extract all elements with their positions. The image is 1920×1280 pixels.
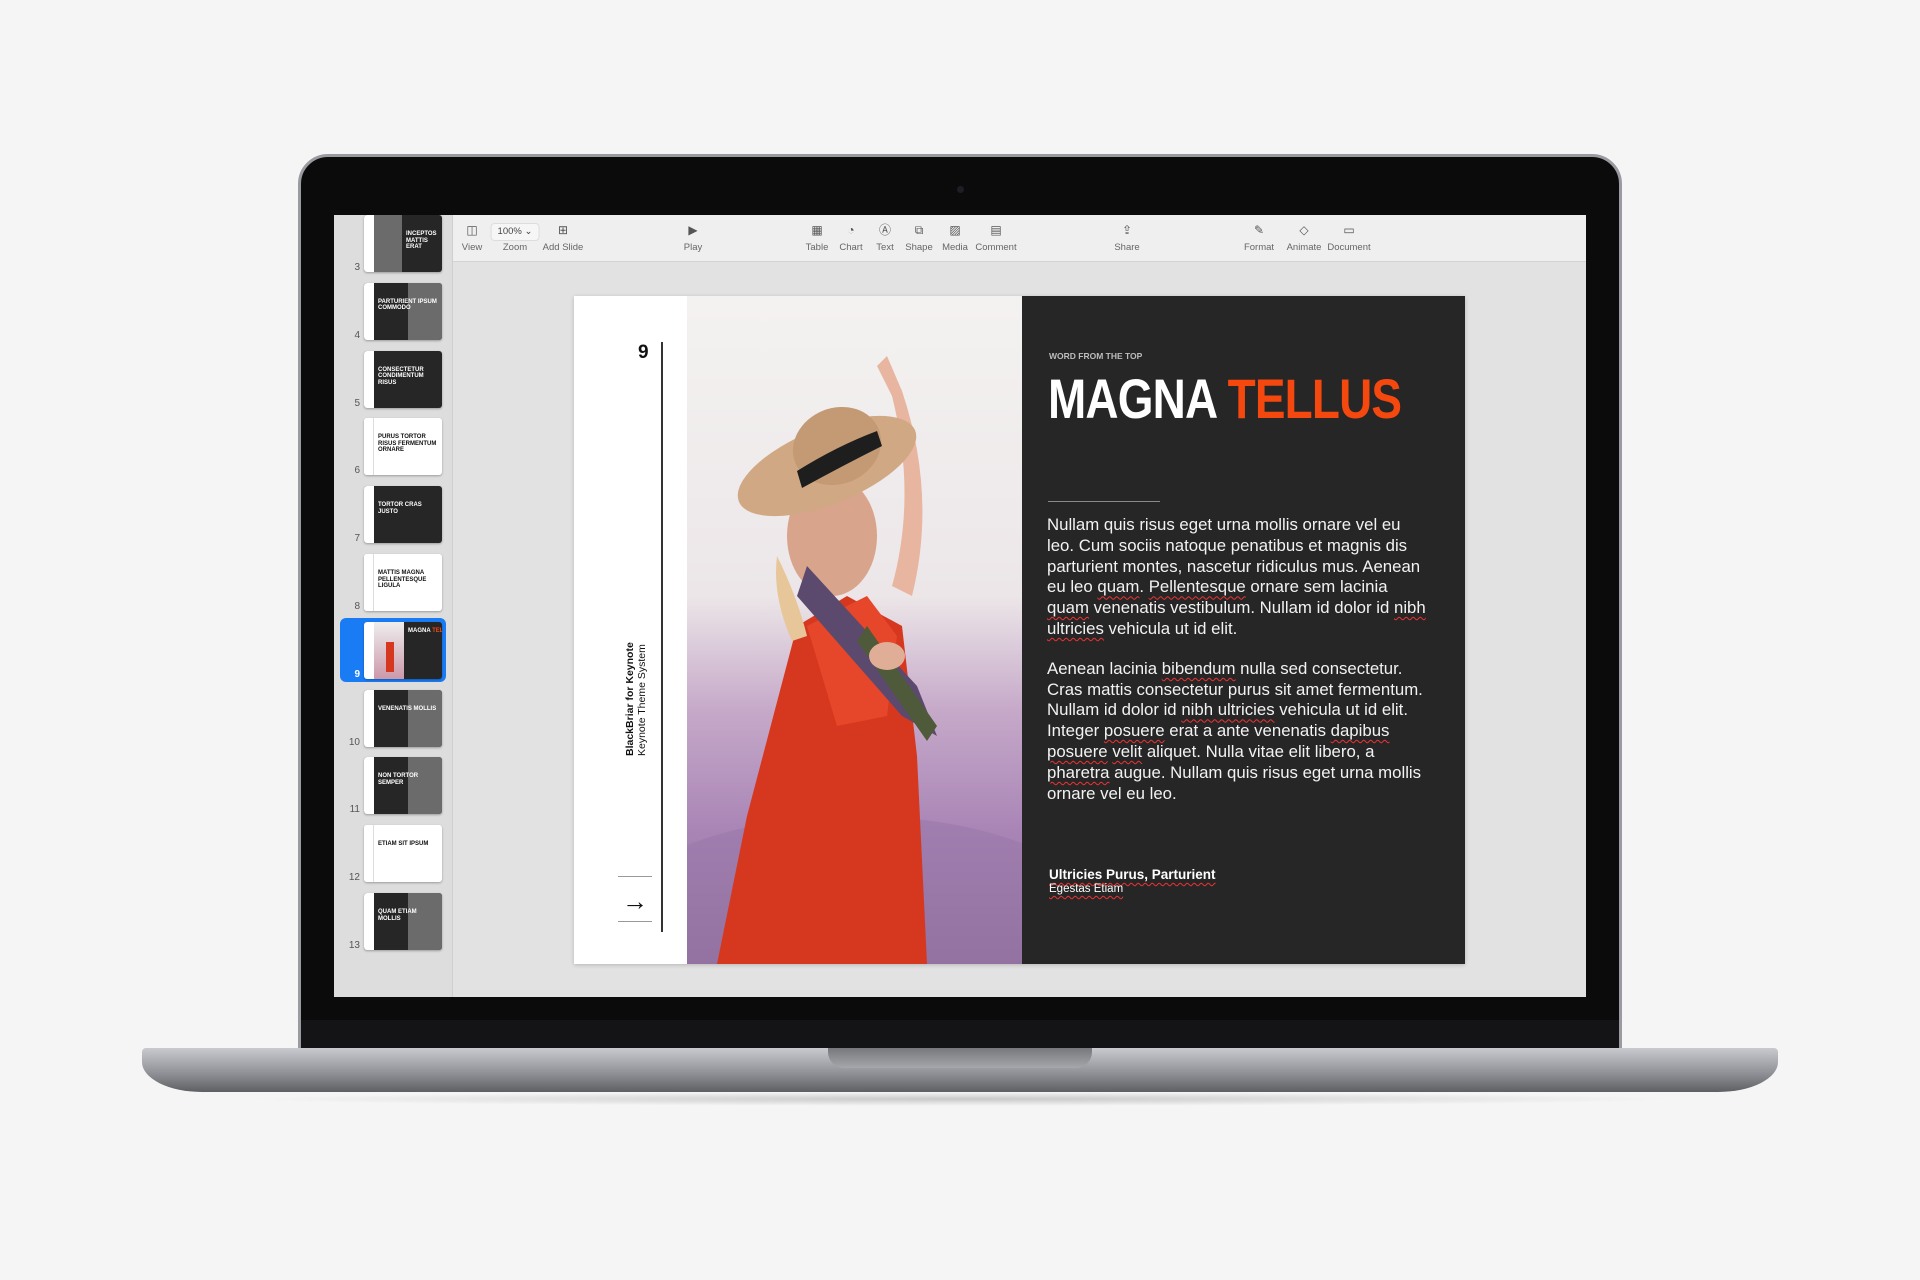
slide-canvas[interactable]: 9 BlackBriar for Keynote Keynote Theme S… xyxy=(574,296,1465,964)
title-rule xyxy=(1048,501,1160,502)
zoom-select[interactable]: 100% ⌄ xyxy=(490,223,540,241)
slide-number: 4 xyxy=(354,329,360,341)
thumbnail-preview: MATTIS MAGNA PELLENTESQUE LIGULA xyxy=(364,554,442,611)
toolbar: ◫ View 100% ⌄ Zoom ⊞ Add Slide ▶ Play ▦ Table… xyxy=(453,215,1586,262)
slide-thumbnail-9[interactable]: 9 MAGNA TELLUS xyxy=(340,617,446,682)
slide-thumbnail-13[interactable]: 13 QUAM ETIAM MOLLIS xyxy=(340,889,446,953)
thumbnail-preview: TORTOR CRAS JUSTO xyxy=(364,486,442,544)
media-icon: ▨ xyxy=(949,223,961,237)
vertical-divider xyxy=(661,342,663,932)
paintbrush-icon: ✎ xyxy=(1253,223,1265,237)
divider xyxy=(618,876,652,877)
slide-number: 3 xyxy=(354,262,360,273)
share-button[interactable]: ⇪ Share xyxy=(1114,221,1139,253)
text-panel: WORD FROM THE TOP MAGNA TELLUS Nullam qu… xyxy=(1022,296,1465,964)
thumbnail-title: CONSECTETUR CONDIMENTUM RISUS xyxy=(378,366,424,386)
shape-button[interactable]: ⧉ Shape xyxy=(905,221,932,253)
media-button[interactable]: ▨ Media xyxy=(942,221,968,253)
chevron-down-icon: ⌄ xyxy=(524,226,533,237)
slide-number: 11 xyxy=(349,804,360,816)
slide-number: 10 xyxy=(348,736,360,748)
slide-number: 8 xyxy=(354,601,360,612)
thumbnail-title: VENENATIS MOLLIS xyxy=(378,705,437,712)
shape-icon: ⧉ xyxy=(914,223,924,237)
slide-thumbnail-8[interactable]: 8 MATTIS MAGNA PELLENTESQUE LIGULA xyxy=(340,550,446,614)
keynote-window: 3 INCEPTOS MATTIS ERAT 4 PARTURIENT IPSUM C… xyxy=(334,215,1586,997)
share-icon: ⇪ xyxy=(1121,223,1133,237)
animate-button[interactable]: ◇ Animate xyxy=(1287,221,1322,253)
play-button[interactable]: ▶ Play xyxy=(684,221,702,253)
slide-thumbnail-11[interactable]: 11 NON TORTOR SEMPER xyxy=(340,753,446,817)
thumbnail-preview: QUAM ETIAM MOLLIS xyxy=(364,893,442,950)
thumbnail-preview: NON TORTOR SEMPER xyxy=(364,757,442,815)
slide-side-strip: 9 BlackBriar for Keynote Keynote Theme S… xyxy=(574,296,687,964)
document-button[interactable]: ▭ Document xyxy=(1327,221,1370,253)
thumbnail-preview: VENENATIS MOLLIS xyxy=(364,689,442,747)
table-button[interactable]: ▦ Table xyxy=(806,221,829,253)
laptop-notch xyxy=(828,1048,1092,1068)
laptop-shadow xyxy=(240,1092,1680,1106)
comment-button[interactable]: ▤ Comment xyxy=(975,221,1016,253)
text-button[interactable]: Ⓐ Text xyxy=(876,221,893,253)
zoom-button[interactable]: 100% ⌄ Zoom xyxy=(490,221,540,253)
slide-thumbnail-3[interactable]: 3 INCEPTOS MATTIS ERAT xyxy=(340,215,446,275)
document-icon: ▭ xyxy=(1343,223,1355,237)
thumbnail-title: PARTURIENT IPSUM COMMODO xyxy=(378,298,437,312)
laptop-chin xyxy=(301,1020,1619,1050)
slide-thumbnail-12[interactable]: 12 ETIAM SIT IPSUM xyxy=(340,821,446,885)
thumbnail-title: MAGNA TELLUS xyxy=(408,627,442,634)
animate-icon: ◇ xyxy=(1299,223,1309,237)
slide-navigator[interactable]: 3 INCEPTOS MATTIS ERAT 4 PARTURIENT IPSUM C… xyxy=(334,215,453,997)
comment-icon: ▤ xyxy=(990,223,1002,237)
play-icon: ▶ xyxy=(688,223,698,237)
slide-thumbnail-10[interactable]: 10 VENENATIS MOLLIS xyxy=(340,686,446,750)
slide-page-number: 9 xyxy=(638,342,649,363)
thumbnail-title: QUAM ETIAM MOLLIS xyxy=(378,909,417,922)
paragraph-2: Aenean lacinia bibendum nulla sed consec… xyxy=(1047,658,1423,803)
thumbnail-preview: INCEPTOS MATTIS ERAT xyxy=(364,215,442,272)
add-slide-button[interactable]: ⊞ Add Slide xyxy=(543,221,584,253)
slide-number: 7 xyxy=(354,533,360,545)
body-text[interactable]: Nullam quis risus eget urna mollis ornar… xyxy=(1047,515,1427,823)
slide-thumbnail-5[interactable]: 5 CONSECTETUR CONDIMENTUM RISUS xyxy=(340,347,446,411)
slide-number: 12 xyxy=(348,872,360,884)
thumbnail-title: PURUS TORTOR RISUS FERMENTUM ORNARE xyxy=(378,434,437,454)
slide-number: 5 xyxy=(354,397,360,409)
sidebar-icon: ◫ xyxy=(466,223,478,237)
format-button[interactable]: ✎ Format xyxy=(1244,221,1274,253)
thumbnail-title: ETIAM SIT IPSUM xyxy=(378,841,429,848)
thumbnail-title: MATTIS MAGNA PELLENTESQUE LIGULA xyxy=(378,570,427,589)
slide-title[interactable]: MAGNA TELLUS xyxy=(1048,366,1402,431)
camera xyxy=(957,186,964,193)
thumbnail-title: TORTOR CRAS JUSTO xyxy=(378,502,422,515)
woman-lavender-photo xyxy=(687,296,1022,964)
table-icon: ▦ xyxy=(811,223,823,237)
slide-number: 6 xyxy=(354,465,360,477)
add-slide-icon: ⊞ xyxy=(557,223,569,237)
paragraph-1: Nullam quis risus eget urna mollis ornar… xyxy=(1047,515,1426,638)
arrow-right-icon: → xyxy=(622,886,648,916)
slide-number: 9 xyxy=(354,668,360,680)
slide-thumbnail-7[interactable]: 7 TORTOR CRAS JUSTO xyxy=(340,482,446,546)
chart-button[interactable]: ◔ Chart xyxy=(839,221,862,253)
thumbnail-title: NON TORTOR SEMPER xyxy=(378,773,419,786)
thumbnail-preview: PARTURIENT IPSUM COMMODO xyxy=(364,282,442,340)
thumbnail-preview: CONSECTETUR CONDIMENTUM RISUS xyxy=(364,350,442,408)
divider xyxy=(618,921,652,922)
photo-illustration xyxy=(687,356,1022,964)
slide-thumbnail-6[interactable]: 6 PURUS TORTOR RISUS FERMENTUM ORNARE xyxy=(340,414,446,478)
author-name[interactable]: Ultricies Purus, Parturient xyxy=(1049,867,1216,882)
text-box-icon: Ⓐ xyxy=(878,223,891,237)
kicker-text[interactable]: WORD FROM THE TOP xyxy=(1049,351,1142,361)
thumbnail-preview: MAGNA TELLUS xyxy=(364,621,442,679)
author-subtitle[interactable]: Egestas Etiam xyxy=(1049,883,1123,895)
chart-icon: ◔ xyxy=(847,223,855,237)
thumbnail-preview: PURUS TORTOR RISUS FERMENTUM ORNARE xyxy=(364,418,442,476)
thumbnail-preview: ETIAM SIT IPSUM xyxy=(364,825,442,883)
view-button[interactable]: ◫ View xyxy=(462,221,482,253)
thumbnail-title: INCEPTOS MATTIS ERAT xyxy=(406,231,437,250)
slide-thumbnail-4[interactable]: 4 PARTURIENT IPSUM COMMODO xyxy=(340,279,446,343)
slide-number: 13 xyxy=(348,940,360,951)
